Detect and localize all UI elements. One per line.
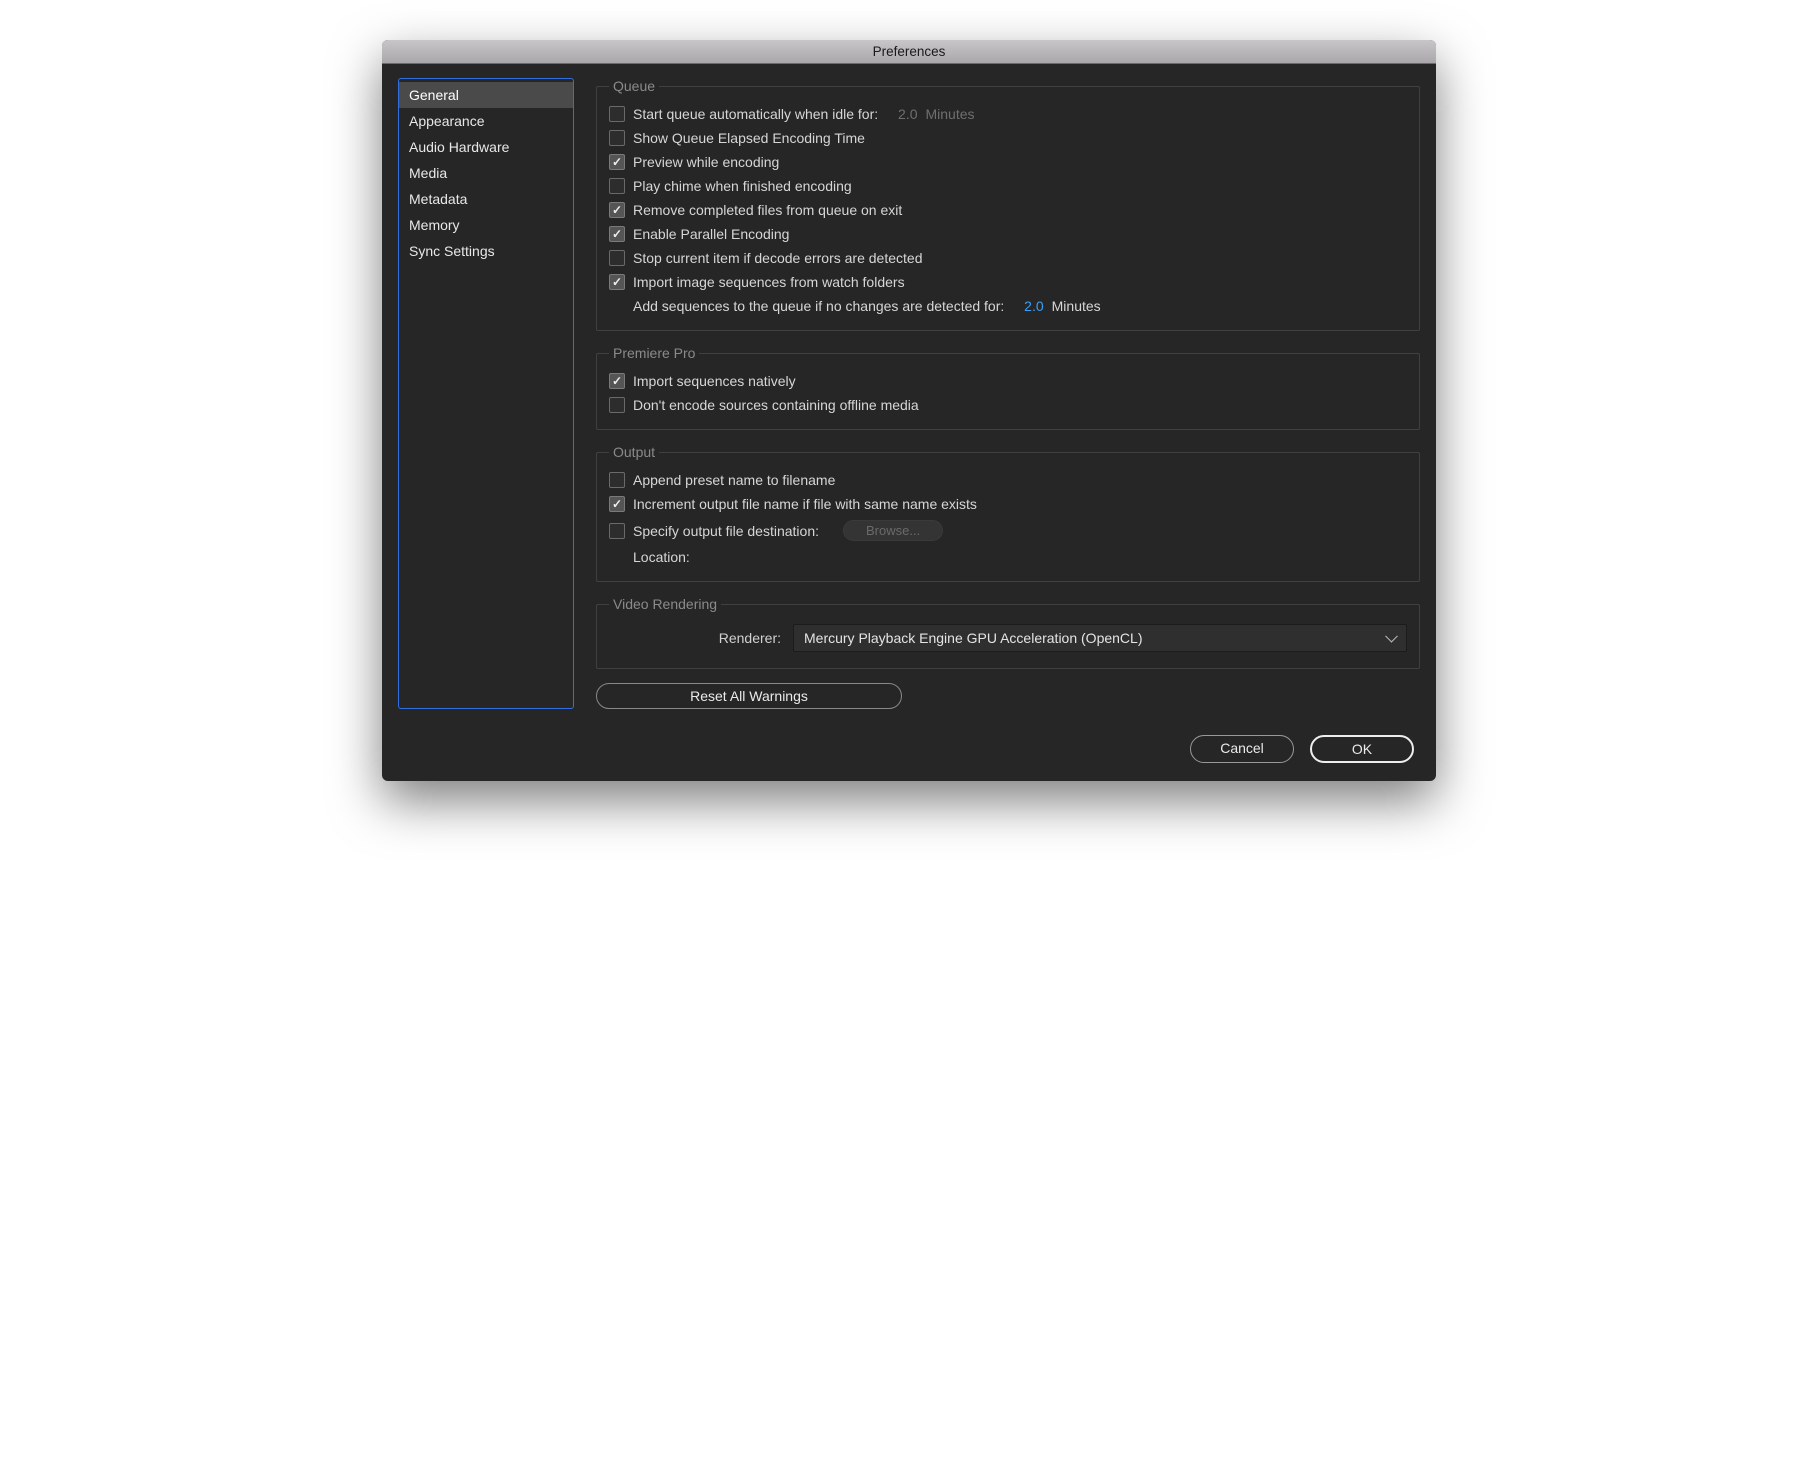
row-parallel: Enable Parallel Encoding <box>609 222 1407 246</box>
row-append-preset: Append preset name to filename <box>609 468 1407 492</box>
reset-row: Reset All Warnings <box>596 683 1420 709</box>
label-preview: Preview while encoding <box>633 154 779 170</box>
checkbox-remove-completed[interactable] <box>609 202 625 218</box>
checkbox-play-chime[interactable] <box>609 178 625 194</box>
unit-add-sequences: Minutes <box>1052 298 1101 314</box>
row-dont-encode-offline: Don't encode sources containing offline … <box>609 393 1407 417</box>
footer: Cancel OK <box>382 725 1436 781</box>
select-renderer[interactable]: Mercury Playback Engine GPU Acceleration… <box>793 624 1407 652</box>
group-queue: Queue Start queue automatically when idl… <box>596 78 1420 331</box>
browse-button[interactable]: Browse... <box>843 520 943 541</box>
checkbox-preview[interactable] <box>609 154 625 170</box>
checkbox-parallel[interactable] <box>609 226 625 242</box>
label-specify-dest: Specify output file destination: <box>633 523 819 539</box>
checkbox-import-native[interactable] <box>609 373 625 389</box>
label-play-chime: Play chime when finished encoding <box>633 178 852 194</box>
sidebar-item-audio-hardware[interactable]: Audio Hardware <box>399 134 573 160</box>
row-remove-completed: Remove completed files from queue on exi… <box>609 198 1407 222</box>
unit-start-auto: Minutes <box>926 106 975 122</box>
cancel-button[interactable]: Cancel <box>1190 735 1294 763</box>
row-import-image-seq: Import image sequences from watch folder… <box>609 270 1407 294</box>
row-stop-on-error: Stop current item if decode errors are d… <box>609 246 1407 270</box>
group-queue-legend: Queue <box>609 78 659 94</box>
content-pane: Queue Start queue automatically when idl… <box>596 78 1420 709</box>
label-location: Location: <box>633 549 690 565</box>
row-show-elapsed: Show Queue Elapsed Encoding Time <box>609 126 1407 150</box>
value-add-sequences[interactable]: 2.0 <box>1024 298 1043 314</box>
row-preview: Preview while encoding <box>609 150 1407 174</box>
group-premiere-legend: Premiere Pro <box>609 345 699 361</box>
label-dont-encode-offline: Don't encode sources containing offline … <box>633 397 919 413</box>
checkbox-increment[interactable] <box>609 496 625 512</box>
row-add-sequences: Add sequences to the queue if no changes… <box>609 294 1407 318</box>
label-add-sequences: Add sequences to the queue if no changes… <box>633 298 1004 314</box>
select-renderer-value: Mercury Playback Engine GPU Acceleration… <box>804 630 1142 646</box>
label-renderer: Renderer: <box>609 630 781 646</box>
row-start-auto: Start queue automatically when idle for:… <box>609 102 1407 126</box>
label-stop-on-error: Stop current item if decode errors are d… <box>633 250 922 266</box>
sidebar-item-media[interactable]: Media <box>399 160 573 186</box>
label-append-preset: Append preset name to filename <box>633 472 835 488</box>
row-location: Location: <box>609 545 1407 569</box>
group-premiere: Premiere Pro Import sequences natively D… <box>596 345 1420 430</box>
label-show-elapsed: Show Queue Elapsed Encoding Time <box>633 130 865 146</box>
sidebar: GeneralAppearanceAudio HardwareMediaMeta… <box>398 78 574 709</box>
row-import-native: Import sequences natively <box>609 369 1407 393</box>
label-remove-completed: Remove completed files from queue on exi… <box>633 202 902 218</box>
sidebar-item-metadata[interactable]: Metadata <box>399 186 573 212</box>
sidebar-item-appearance[interactable]: Appearance <box>399 108 573 134</box>
preferences-window: Preferences GeneralAppearanceAudio Hardw… <box>382 40 1436 781</box>
checkbox-import-image-seq[interactable] <box>609 274 625 290</box>
window-title: Preferences <box>873 44 946 59</box>
group-output-legend: Output <box>609 444 659 460</box>
group-video-legend: Video Rendering <box>609 596 721 612</box>
checkbox-show-elapsed[interactable] <box>609 130 625 146</box>
ok-button[interactable]: OK <box>1310 735 1414 763</box>
sidebar-item-memory[interactable]: Memory <box>399 212 573 238</box>
group-output: Output Append preset name to filename In… <box>596 444 1420 582</box>
reset-warnings-button[interactable]: Reset All Warnings <box>596 683 902 709</box>
sidebar-item-general[interactable]: General <box>399 82 573 108</box>
label-import-native: Import sequences natively <box>633 373 796 389</box>
checkbox-stop-on-error[interactable] <box>609 250 625 266</box>
label-parallel: Enable Parallel Encoding <box>633 226 789 242</box>
row-increment: Increment output file name if file with … <box>609 492 1407 516</box>
label-start-auto: Start queue automatically when idle for: <box>633 106 878 122</box>
row-play-chime: Play chime when finished encoding <box>609 174 1407 198</box>
group-video-rendering: Video Rendering Renderer: Mercury Playba… <box>596 596 1420 669</box>
checkbox-dont-encode-offline[interactable] <box>609 397 625 413</box>
window-titlebar: Preferences <box>382 40 1436 64</box>
sidebar-item-sync-settings[interactable]: Sync Settings <box>399 238 573 264</box>
checkbox-start-auto[interactable] <box>609 106 625 122</box>
label-import-image-seq: Import image sequences from watch folder… <box>633 274 905 290</box>
checkbox-append-preset[interactable] <box>609 472 625 488</box>
row-specify-dest: Specify output file destination: Browse.… <box>609 516 1407 545</box>
label-increment: Increment output file name if file with … <box>633 496 977 512</box>
row-renderer: Renderer: Mercury Playback Engine GPU Ac… <box>609 620 1407 656</box>
checkbox-specify-dest[interactable] <box>609 523 625 539</box>
value-start-auto[interactable]: 2.0 <box>898 106 917 122</box>
